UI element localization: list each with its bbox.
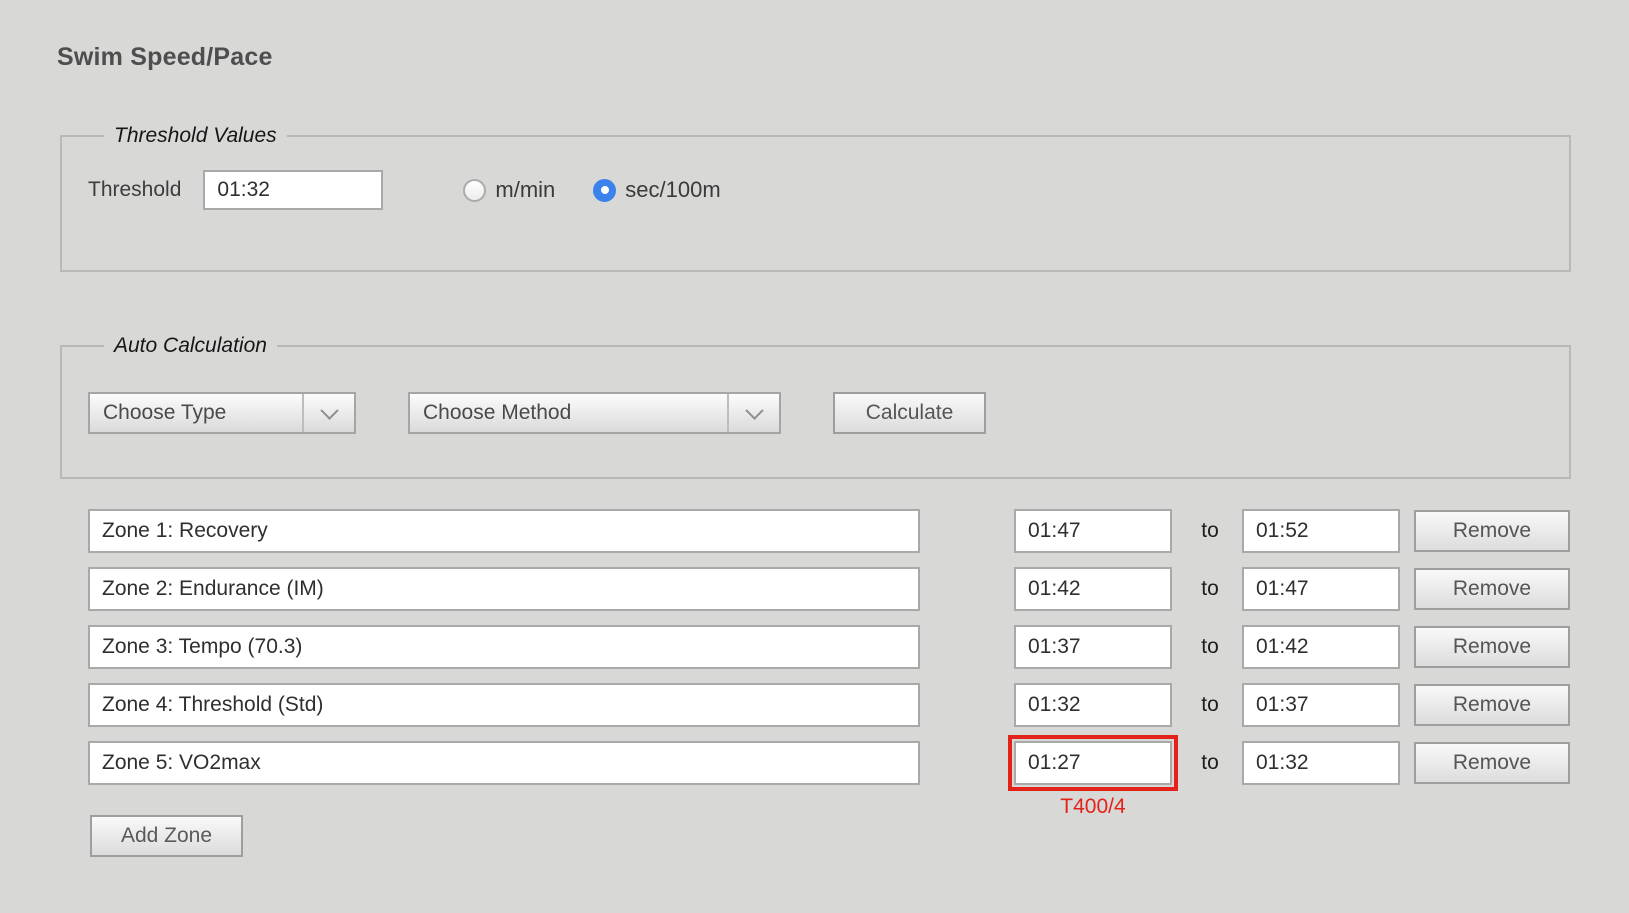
to-label: to [1178, 635, 1242, 659]
zone-from-input[interactable] [1014, 509, 1172, 553]
zone-from-input[interactable] [1014, 683, 1172, 727]
threshold-input[interactable] [203, 170, 383, 210]
calculate-button[interactable]: Calculate [833, 392, 986, 434]
zone-from-input[interactable] [1014, 567, 1172, 611]
choose-type-select[interactable]: Choose Type [88, 392, 356, 434]
radio-selected-icon[interactable] [593, 179, 616, 202]
chevron-down-icon [320, 401, 338, 419]
zone-from-wrap [1008, 561, 1178, 617]
page-title: Swim Speed/Pace [57, 43, 1572, 72]
choose-method-arrow-box[interactable] [727, 394, 779, 432]
threshold-label: Threshold [88, 178, 181, 202]
remove-zone-button[interactable]: Remove [1414, 684, 1570, 726]
remove-zone-button[interactable]: Remove [1414, 626, 1570, 668]
choose-method-value: Choose Method [410, 394, 727, 432]
auto-calculation-section: Auto Calculation Choose Type Choose Meth… [60, 334, 1571, 479]
zone-from-wrap [1008, 619, 1178, 675]
zone-name-input[interactable] [88, 741, 920, 785]
zone-row-3: to Remove [88, 625, 1572, 669]
zone-to-input[interactable] [1242, 625, 1400, 669]
zone-name-input[interactable] [88, 625, 920, 669]
zone-from-input[interactable] [1014, 625, 1172, 669]
threshold-values-section: Threshold Values Threshold m/min sec/100… [60, 124, 1571, 272]
remove-zone-button[interactable]: Remove [1414, 568, 1570, 610]
threshold-row: Threshold m/min sec/100m [88, 170, 1543, 210]
zone-row-2: to Remove [88, 567, 1572, 611]
unit-option-m-min[interactable]: m/min [463, 177, 555, 203]
zone-from-input[interactable] [1014, 741, 1172, 785]
unit-label-m-min[interactable]: m/min [495, 177, 555, 203]
to-label: to [1178, 519, 1242, 543]
zone-to-input[interactable] [1242, 567, 1400, 611]
zone-name-input[interactable] [88, 683, 920, 727]
swim-speed-pace-page: Swim Speed/Pace Threshold Values Thresho… [0, 0, 1629, 913]
zone-from-wrap [1008, 503, 1178, 559]
zone-to-input[interactable] [1242, 741, 1400, 785]
zone-from-highlight-box: T400/4 [1008, 735, 1178, 791]
auto-calculation-row: Choose Type Choose Method Calculate [88, 392, 1543, 434]
unit-radio-group: m/min sec/100m [463, 177, 720, 203]
highlight-annotation: T400/4 [1012, 795, 1174, 819]
unit-option-sec-100m[interactable]: sec/100m [593, 177, 720, 203]
zone-name-input[interactable] [88, 567, 920, 611]
add-zone-button[interactable]: Add Zone [90, 815, 243, 857]
to-label: to [1178, 693, 1242, 717]
zone-row-5: T400/4 to Remove [88, 741, 1572, 785]
to-label: to [1178, 577, 1242, 601]
zone-row-1: to Remove [88, 509, 1572, 553]
zones-list: to Remove to Remove to Remove [88, 509, 1572, 857]
remove-zone-button[interactable]: Remove [1414, 742, 1570, 784]
choose-type-value: Choose Type [90, 394, 302, 432]
unit-label-sec-100m[interactable]: sec/100m [625, 177, 720, 203]
threshold-values-legend: Threshold Values [104, 124, 287, 148]
zone-to-input[interactable] [1242, 509, 1400, 553]
radio-unselected-icon[interactable] [463, 179, 486, 202]
zone-to-input[interactable] [1242, 683, 1400, 727]
remove-zone-button[interactable]: Remove [1414, 510, 1570, 552]
to-label: to [1178, 751, 1242, 775]
choose-type-arrow-box[interactable] [302, 394, 354, 432]
zone-name-input[interactable] [88, 509, 920, 553]
zone-row-4: to Remove [88, 683, 1572, 727]
zone-from-wrap [1008, 677, 1178, 733]
choose-method-select[interactable]: Choose Method [408, 392, 781, 434]
auto-calculation-legend: Auto Calculation [104, 334, 277, 358]
chevron-down-icon [745, 401, 763, 419]
